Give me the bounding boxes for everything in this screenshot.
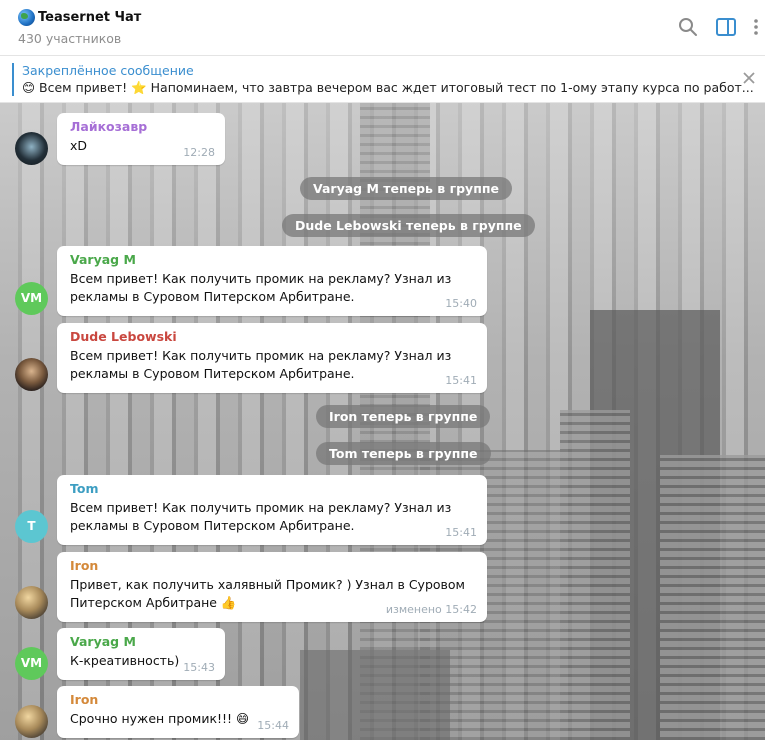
- background-building: [560, 410, 630, 740]
- message-bubble[interactable]: Iron Срочно нужен промик!!! 😄 15:44: [57, 686, 299, 738]
- message-time: 15:41: [445, 526, 477, 539]
- message-time: 15:41: [445, 374, 477, 387]
- chat-title[interactable]: Teasernet Чат: [38, 10, 141, 25]
- avatar[interactable]: [15, 705, 48, 738]
- message-sender[interactable]: Dude Lebowski: [70, 329, 475, 344]
- avatar[interactable]: T: [15, 510, 48, 543]
- globe-icon: [18, 9, 35, 26]
- message-bubble[interactable]: Iron Привет, как получить халявный Проми…: [57, 552, 487, 622]
- message-text: Всем привет! Как получить промик на рекл…: [70, 348, 452, 381]
- pinned-accent-bar: [12, 63, 14, 96]
- message-time: 15:40: [445, 297, 477, 310]
- avatar[interactable]: [15, 586, 48, 619]
- more-vertical-icon[interactable]: [750, 16, 762, 38]
- avatar[interactable]: [15, 358, 48, 391]
- message-bubble[interactable]: Tom Всем привет! Как получить промик на …: [57, 475, 487, 545]
- avatar[interactable]: VM: [15, 647, 48, 680]
- pinned-message[interactable]: Закреплённое сообщение 😊 Всем привет! ⭐ …: [0, 56, 765, 103]
- avatar[interactable]: VM: [15, 282, 48, 315]
- message-sender[interactable]: Iron: [70, 692, 287, 707]
- message-bubble[interactable]: Varyag M Всем привет! Как получить проми…: [57, 246, 487, 316]
- service-message: Tom теперь в группе: [316, 442, 491, 465]
- message-sender[interactable]: Iron: [70, 558, 475, 573]
- message-text: Всем привет! Как получить промик на рекл…: [70, 271, 452, 304]
- message-sender[interactable]: Tom: [70, 481, 475, 496]
- message-time: 15:44: [257, 719, 289, 732]
- message-bubble[interactable]: Лайкозавр xD 12:28: [57, 113, 225, 165]
- pinned-title: Закреплённое сообщение: [22, 63, 194, 78]
- message-text: Всем привет! Как получить промик на рекл…: [70, 500, 452, 533]
- service-message: Iron теперь в группе: [316, 405, 491, 428]
- message-time: 12:28: [183, 146, 215, 159]
- close-icon[interactable]: [741, 70, 757, 86]
- message-time: изменено 15:42: [385, 603, 477, 616]
- service-message: Varyag M теперь в группе: [300, 177, 512, 200]
- search-icon[interactable]: [677, 16, 699, 38]
- chat-header: Teasernet Чат 430 участников: [0, 0, 765, 56]
- pinned-text: 😊 Всем привет! ⭐ Напоминаем, что завтра …: [22, 80, 754, 95]
- chat-title-row[interactable]: Teasernet Чат: [18, 9, 141, 26]
- member-count[interactable]: 430 участников: [18, 31, 121, 46]
- chat-messages-area[interactable]: Лайкозавр xD 12:28 Varyag M теперь в гру…: [0, 103, 765, 740]
- message-bubble[interactable]: Varyag M К-креативность) 15:43: [57, 628, 225, 680]
- message-time: 15:43: [183, 661, 215, 674]
- message-sender[interactable]: Varyag M: [70, 634, 213, 649]
- service-message: Dude Lebowski теперь в группе: [282, 214, 535, 237]
- message-text: Срочно нужен промик!!! 😄: [70, 711, 250, 726]
- background-building: [660, 455, 765, 740]
- background-building: [300, 650, 450, 740]
- message-bubble[interactable]: Dude Lebowski Всем привет! Как получить …: [57, 323, 487, 393]
- message-sender[interactable]: Varyag M: [70, 252, 475, 267]
- avatar[interactable]: [15, 132, 48, 165]
- message-sender[interactable]: Лайкозавр: [70, 119, 213, 134]
- sidebar-toggle-icon[interactable]: [715, 16, 737, 38]
